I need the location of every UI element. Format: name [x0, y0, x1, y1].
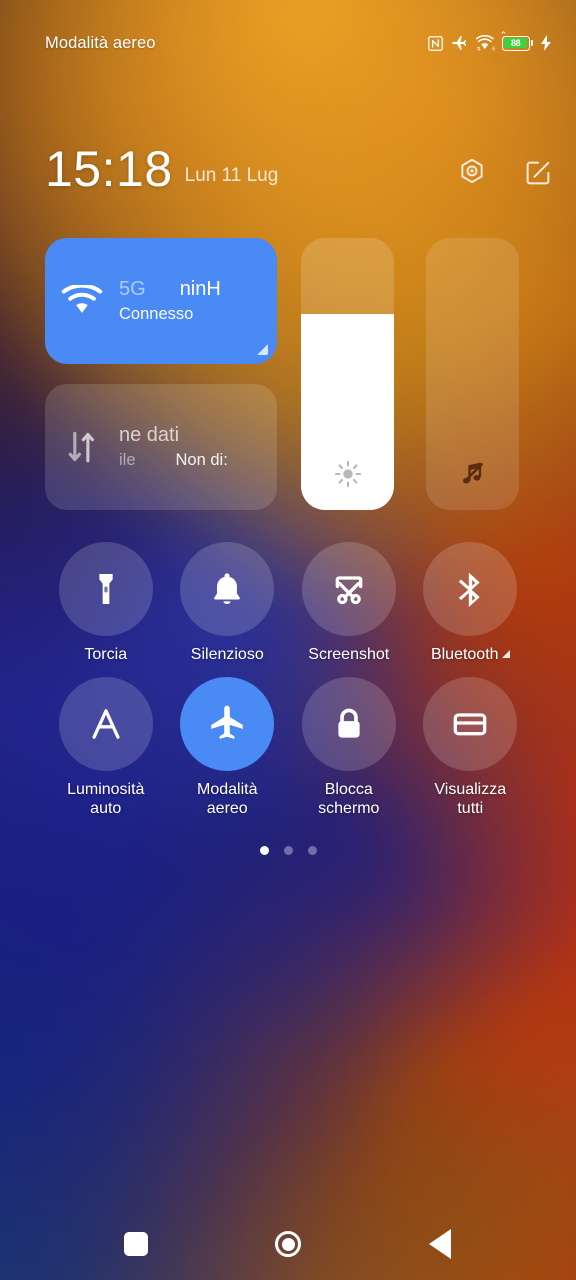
- screenshot-icon: [335, 576, 363, 605]
- wifi-tile[interactable]: 5G ninH Connesso: [45, 238, 277, 364]
- toggle-visualizza-tutti-circle: [423, 676, 518, 771]
- charging-bolt-icon: [541, 35, 551, 51]
- svg-text:6: 6: [492, 46, 495, 51]
- lock-icon: [338, 708, 360, 738]
- toggle-visualizza-tutti[interactable]: Visualizza tutti: [410, 676, 532, 819]
- clock-time: 15:18: [45, 141, 173, 197]
- toggle-torcia-circle: [58, 542, 153, 636]
- toggle-blocca-schermo-label: Blocca schermo: [318, 781, 379, 819]
- mobile-data-tile-title: ne dati: [119, 424, 180, 446]
- toggle-screenshot-label: Screenshot: [308, 646, 390, 663]
- airplane-icon: [211, 705, 243, 739]
- airplane-icon: [451, 36, 466, 50]
- toggle-blocca-schermo-line1: Blocca: [324, 780, 373, 798]
- wifi-tile-text: 5G ninH Connesso: [119, 238, 277, 364]
- toggle-screenshot[interactable]: Screenshot: [288, 542, 410, 665]
- toggle-luminosita-auto-label: Luminosità auto: [67, 781, 144, 819]
- wifi-tile-status: Connesso: [119, 305, 194, 323]
- toggle-luminosita-auto-circle: [58, 676, 153, 771]
- toggle-bluetooth-label: Bluetooth: [431, 646, 510, 665]
- volume-slider-icon-wrap: [426, 458, 519, 488]
- mobile-data-tile-status: Non di:: [175, 451, 228, 469]
- toggle-visualizza-tutti-line2: tutti: [457, 799, 484, 817]
- toggle-bluetooth[interactable]: Bluetooth: [410, 542, 532, 665]
- mobile-data-tile-icon-wrap: [45, 430, 119, 464]
- navigation-bar: [0, 1208, 576, 1280]
- volume-slider[interactable]: [426, 238, 519, 510]
- mobile-data-tile-text: ne dati ile Non di:: [119, 384, 277, 510]
- toggle-bluetooth-label-text: Bluetooth: [430, 646, 499, 663]
- toggle-blocca-schermo-circle: [301, 676, 396, 771]
- clock-date: Lun 11 Lug: [184, 165, 279, 186]
- flashlight-icon: [99, 574, 113, 604]
- view-all-icon: [453, 713, 487, 736]
- toggle-modalita-aereo-label: Modalità aereo: [197, 781, 257, 819]
- home-button[interactable]: [261, 1217, 315, 1271]
- back-button[interactable]: [413, 1217, 467, 1271]
- toggle-silenzioso-label: Silenzioso: [190, 646, 264, 663]
- toggle-luminosita-auto-line2: auto: [90, 799, 122, 817]
- edit-pencil-icon: [526, 161, 549, 184]
- wifi-icon: 6 ⇅: [475, 34, 495, 52]
- hexagon-gear-icon: [461, 158, 483, 184]
- brightness-slider[interactable]: [301, 238, 394, 510]
- toggle-modalita-aereo-circle: [180, 676, 275, 771]
- status-bar-text: Modalità aereo: [45, 33, 156, 52]
- toggle-silenzioso-circle: [180, 542, 275, 636]
- page-indicator: [0, 846, 576, 855]
- toggle-luminosita-auto-line1: Luminosità: [67, 780, 145, 798]
- toggle-modalita-aereo-line1: Modalità: [197, 780, 258, 798]
- toggle-grid: Torcia Silenzioso Screenshot Bluetooth L…: [45, 542, 531, 819]
- battery-icon: ⌃ 88: [500, 30, 533, 51]
- battery-percent-label: 88: [504, 38, 528, 48]
- page-dot-0[interactable]: [259, 846, 269, 855]
- mobile-data-tile[interactable]: ne dati ile Non di:: [45, 384, 277, 510]
- toggle-modalita-aereo-line2: aereo: [206, 799, 248, 817]
- edit-button[interactable]: [522, 156, 554, 188]
- brightness-sun-icon: [334, 460, 361, 488]
- toggle-blocca-schermo[interactable]: Blocca schermo: [288, 676, 410, 819]
- wifi-tile-expand-corner-icon[interactable]: [257, 344, 268, 355]
- brightness-slider-icon-wrap: [301, 460, 394, 488]
- clock-header: 15:18 Lun 11 Lug: [0, 138, 576, 200]
- toggle-bluetooth-circle: [423, 542, 518, 636]
- toggle-modalita-aereo[interactable]: Modalità aereo: [167, 676, 289, 819]
- quick-settings-screen: Modalità aereo 6 ⇅ ⌃ 88 15:18 Lun 11 Lug…: [0, 0, 576, 1280]
- bell-icon: [214, 573, 241, 605]
- toggle-luminosita-auto[interactable]: Luminosità auto: [45, 676, 167, 819]
- header-actions: [456, 156, 554, 188]
- page-dot-1[interactable]: [283, 846, 293, 855]
- battery-plug-indicator: ⌃: [499, 29, 508, 40]
- toggle-visualizza-tutti-label: Visualizza tutti: [434, 781, 506, 819]
- top-tile-area: 5G ninH Connesso ne dati ile Non di:: [45, 238, 531, 510]
- data-transfer-icon: [68, 431, 95, 463]
- svg-text:⇅: ⇅: [476, 46, 480, 52]
- toggle-torcia[interactable]: Torcia: [45, 542, 167, 665]
- mobile-data-tile-carrier: ile: [119, 451, 136, 469]
- nfc-icon: [427, 35, 443, 51]
- page-dot-2[interactable]: [307, 846, 317, 855]
- triangle-left-icon: [429, 1229, 451, 1259]
- circle-icon: [275, 1231, 301, 1257]
- toggle-visualizza-tutti-line1: Visualizza: [434, 780, 507, 798]
- toggle-blocca-schermo-line2: schermo: [318, 799, 380, 817]
- toggle-silenzioso[interactable]: Silenzioso: [167, 542, 289, 665]
- recents-button[interactable]: [109, 1217, 163, 1271]
- status-bar-icons: 6 ⇅ ⌃ 88: [427, 6, 552, 52]
- settings-button[interactable]: [456, 156, 488, 188]
- bluetooth-icon: [459, 572, 480, 607]
- wifi-tile-secondary-label: 5G: [119, 278, 146, 300]
- auto-brightness-icon: [92, 709, 120, 739]
- wifi-tile-icon-wrap: [45, 285, 119, 317]
- toggle-bluetooth-expand-icon[interactable]: [501, 650, 510, 659]
- toggle-screenshot-circle: [301, 542, 396, 636]
- wifi-icon: [61, 285, 103, 313]
- toggle-torcia-label: Torcia: [84, 646, 128, 663]
- music-note-muted-icon: [462, 462, 483, 484]
- wifi-tile-network-name: ninH: [179, 278, 221, 300]
- square-icon: [124, 1232, 148, 1256]
- status-bar: Modalità aereo 6 ⇅ ⌃ 88: [0, 0, 576, 58]
